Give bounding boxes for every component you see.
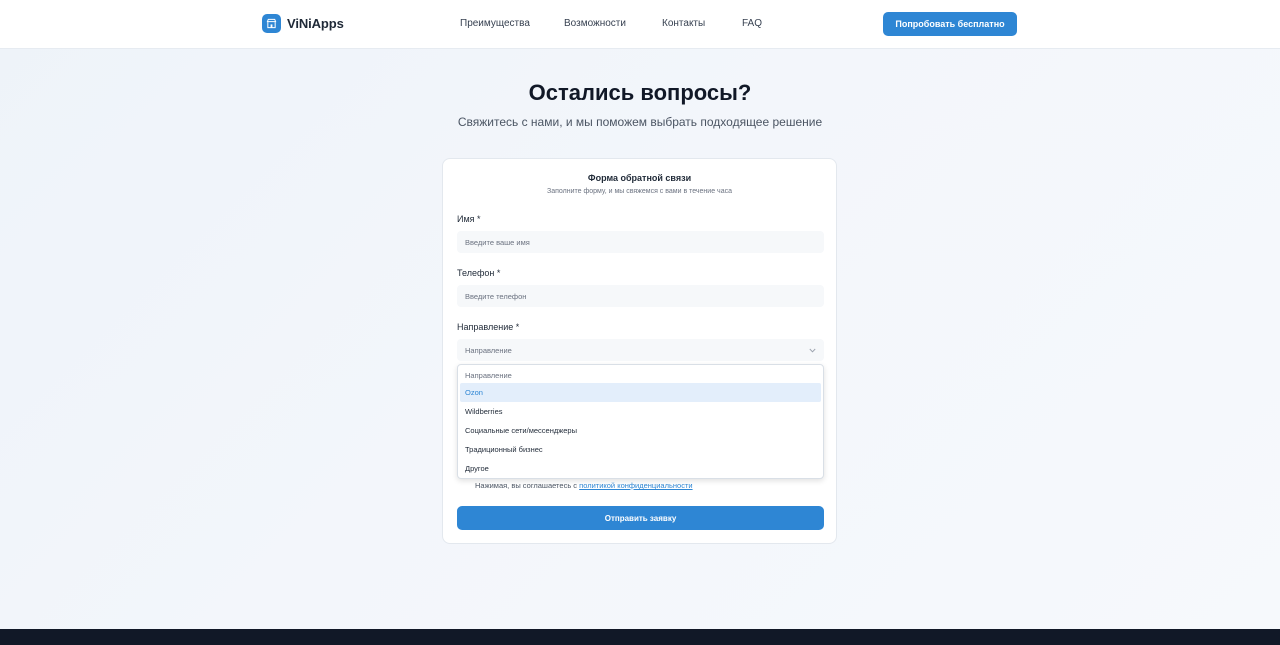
store-icon [262, 14, 281, 33]
dropdown-option-placeholder[interactable]: Направление [460, 367, 821, 383]
nav-link-features[interactable]: Возможности [564, 18, 626, 29]
phone-label: Телефон * [457, 268, 501, 278]
direction-select[interactable]: Направление [457, 339, 824, 361]
dropdown-option-social[interactable]: Социальные сети/мессенджеры [460, 421, 821, 440]
phone-input[interactable] [457, 285, 824, 307]
form-title: Форма обратной связи [587, 173, 692, 183]
consent-prefix: Нажимая, вы соглашаетесь с [475, 481, 580, 490]
privacy-policy-link[interactable]: политикой конфиденциальности [579, 481, 692, 490]
dropdown-option-traditional[interactable]: Традиционный бизнес [460, 440, 821, 459]
dropdown-option-other[interactable]: Другое [460, 459, 821, 478]
feedback-form-card: Форма обратной связи Заполните форму, и … [442, 158, 837, 544]
logo[interactable]: ViNiApps [262, 14, 344, 33]
nav-link-advantages[interactable]: Преимущества [460, 18, 530, 29]
direction-label: Направление * [457, 322, 520, 332]
site-footer [0, 629, 1280, 645]
direction-dropdown-list: Направление Ozon Wildberries Социальные … [457, 364, 824, 479]
name-label: Имя * [457, 214, 481, 224]
submit-button[interactable]: Отправить заявку [457, 506, 824, 530]
nav-link-contacts[interactable]: Контакты [662, 18, 705, 29]
direction-select-value: Направление [465, 345, 512, 355]
nav-link-faq[interactable]: FAQ [742, 18, 762, 29]
chevron-down-icon [808, 346, 816, 354]
page-subtitle: Свяжитесь с нами, и мы поможем выбрать п… [457, 115, 823, 129]
name-input[interactable] [457, 231, 824, 253]
dropdown-option-wildberries[interactable]: Wildberries [460, 402, 821, 421]
dropdown-option-ozon[interactable]: Ozon [460, 383, 821, 402]
form-subtitle: Заполните форму, и мы свяжемся с вами в … [547, 188, 732, 195]
site-header: ViNiApps Преимущества Возможности Контак… [0, 0, 1280, 49]
logo-text: ViNiApps [287, 16, 344, 31]
try-free-button[interactable]: Попробовать бесплатно [883, 12, 1017, 36]
page-title: Остались вопросы? [528, 80, 752, 105]
consent-text: Нажимая, вы соглашаетесь с политикой кон… [475, 481, 693, 490]
